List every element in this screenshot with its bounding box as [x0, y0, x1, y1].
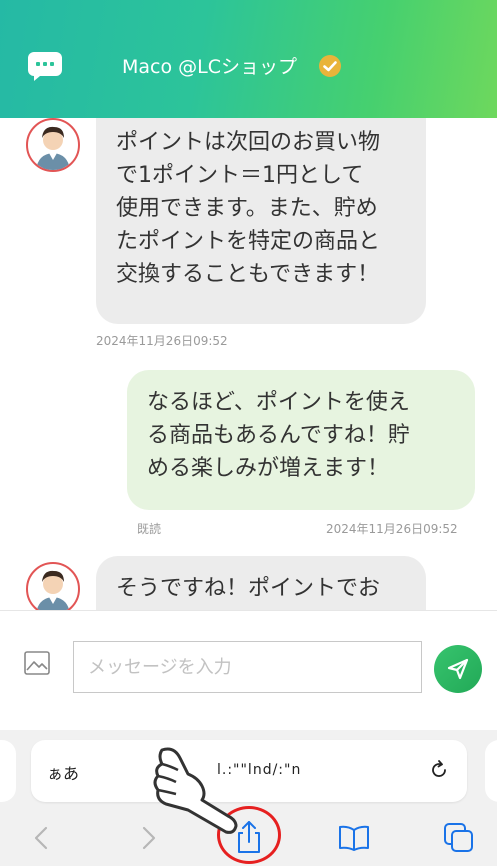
avatar: [26, 118, 80, 172]
image-icon[interactable]: [24, 651, 50, 675]
pointing-hand-icon: [153, 747, 238, 834]
message-line: 交換することもできます！: [116, 262, 380, 287]
message-line: そうですね！ポイントでお: [116, 576, 381, 601]
next-tab-preview[interactable]: [485, 740, 497, 802]
message-list[interactable]: ポイントは次回のお買い物 で1ポイント＝1円として 使用できます。また、貯め た…: [0, 118, 497, 610]
message-line: で1ポイント＝1円として: [116, 163, 364, 188]
page-settings-button[interactable]: ぁあ: [47, 760, 79, 784]
message-timestamp: 2024年11月26日09:52: [326, 522, 458, 536]
person-icon: [36, 126, 70, 170]
tabs-button[interactable]: [439, 818, 479, 858]
message-timestamp: 2024年11月26日09:52: [96, 334, 228, 348]
send-button[interactable]: [434, 645, 482, 693]
chat-header: Maco @LCショップ: [0, 0, 497, 118]
message-bubble-incoming: ポイントは次回のお買い物 で1ポイント＝1円として 使用できます。また、貯め た…: [96, 118, 426, 324]
message-input[interactable]: [73, 641, 422, 693]
back-button[interactable]: [24, 818, 64, 858]
send-icon: [447, 658, 469, 680]
message-line: ポイントは次回のお買い物: [116, 130, 381, 155]
person-icon: [36, 570, 70, 610]
message-bubble-incoming: そうですね！ポイントでお: [96, 556, 426, 610]
chat-title: Maco @LCショップ: [122, 56, 297, 78]
read-receipt: 既読: [137, 522, 162, 536]
chat-bubble-icon[interactable]: [26, 50, 64, 82]
message-line: 使用できます。また、貯め: [116, 196, 378, 221]
address-bar[interactable]: ぁあ l.:""lnd/:"n: [31, 740, 467, 802]
avatar: [26, 562, 80, 610]
message-line: なるほど、ポイントを使え: [147, 390, 410, 415]
message-line: める楽しみが増えます！: [147, 456, 390, 481]
back-icon: [34, 826, 48, 850]
message-input-bar: [0, 610, 497, 730]
message-line: たポイントを特定の商品と: [116, 229, 381, 254]
bookmarks-icon: [339, 825, 369, 851]
previous-tab-preview[interactable]: [0, 740, 16, 802]
message-line: る商品もあるんですね！貯: [147, 423, 410, 448]
verified-check-icon: [319, 55, 341, 77]
reload-icon[interactable]: [427, 758, 451, 782]
tabs-icon: [444, 823, 473, 852]
message-bubble-outgoing: なるほど、ポイントを使え る商品もあるんですね！貯 める楽しみが増えます！: [127, 370, 475, 510]
bookmarks-button[interactable]: [334, 818, 374, 858]
